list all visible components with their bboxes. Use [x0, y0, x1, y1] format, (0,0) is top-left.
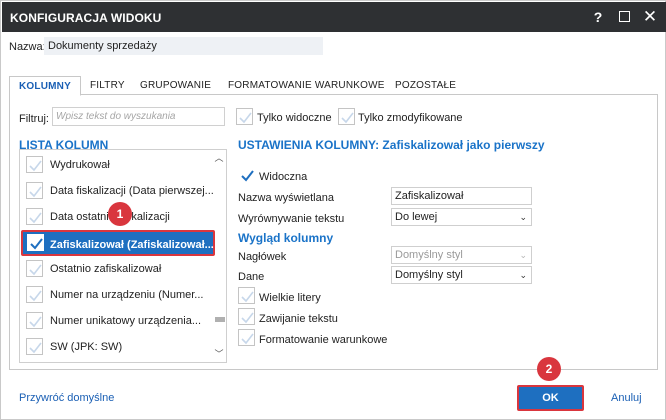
only-visible-checkbox[interactable] [236, 108, 253, 125]
check-icon [29, 342, 42, 354]
conditional-format-checkbox[interactable] [238, 329, 255, 346]
text-align-label: Wyrównywanie tekstu [238, 213, 345, 225]
only-modified-checkbox[interactable] [338, 108, 355, 125]
column-label: Numer na urządzeniu (Numer... [50, 289, 204, 301]
column-checkbox[interactable] [26, 182, 43, 199]
name-label: Nazwa: [9, 41, 46, 53]
header-style-select[interactable]: Domyślny styl ⌄ [391, 246, 532, 264]
column-checkbox[interactable] [26, 338, 43, 355]
check-icon [29, 290, 42, 302]
conditional-format-label: Formatowanie warunkowe [259, 334, 388, 346]
column-label: Numer unikatowy urządzenia... [50, 315, 202, 327]
maximize-button[interactable] [614, 8, 634, 26]
column-label: Ostatnio zafiskalizował [50, 263, 162, 275]
dialog-title: KONFIGURACJA WIDOKU [10, 11, 162, 25]
check-icon [29, 212, 42, 224]
column-settings-title: USTAWIENIA KOLUMNY: Zafiskalizował jako … [238, 138, 545, 152]
scroll-up-icon[interactable]: ︿ [213, 151, 225, 163]
name-input[interactable] [44, 37, 323, 55]
list-item[interactable]: Data fiskalizacji (Data pierwszej... [20, 178, 216, 204]
tab-other[interactable]: POZOSTAŁE [395, 76, 456, 95]
check-icon [241, 333, 254, 345]
wrap-text-label: Zawijanie tekstu [259, 313, 338, 325]
check-icon [29, 186, 42, 198]
list-item-selected[interactable]: Zafiskalizował (Zafiskalizował... [21, 230, 215, 256]
check-icon [241, 291, 254, 303]
list-item[interactable]: Numer na urządzeniu (Numer... [20, 282, 216, 308]
data-style-select[interactable]: Domyślny styl ⌄ [391, 266, 532, 284]
chevron-down-icon: ⌄ [519, 250, 527, 260]
column-label: Wydrukował [50, 159, 110, 171]
column-checkbox[interactable] [27, 234, 44, 251]
help-button[interactable]: ? [588, 8, 608, 26]
column-list[interactable]: Wydrukował Data fiskalizacji (Data pierw… [19, 149, 227, 363]
tab-filters[interactable]: FILTRY [90, 76, 125, 95]
text-align-select[interactable]: Do lewej ⌄ [391, 208, 532, 226]
uppercase-label: Wielkie litery [259, 292, 321, 304]
only-modified-label: Tylko zmodyfikowane [358, 112, 463, 124]
step-badge-1: 1 [108, 202, 132, 226]
list-item[interactable]: SW (JPK: SW) [20, 334, 216, 360]
filter-label: Filtruj: [19, 113, 49, 125]
title-bar: KONFIGURACJA WIDOKU ? ✕ [2, 2, 666, 32]
check-icon [241, 170, 254, 182]
check-icon [239, 112, 252, 124]
scroll-down-icon[interactable]: ﹀ [213, 347, 225, 359]
tab-columns[interactable]: KOLUMNY [9, 76, 81, 96]
tab-grouping[interactable]: GRUPOWANIE [140, 76, 211, 95]
column-label: SW (JPK: SW) [50, 341, 123, 353]
step-badge-2: 2 [537, 357, 561, 381]
list-item[interactable]: Wydrukował [20, 152, 216, 178]
tab-strip: KOLUMNY FILTRY GRUPOWANIE FORMATOWANIE W… [9, 76, 658, 96]
data-style-label: Dane [238, 271, 265, 283]
display-name-value: Zafiskalizował [395, 190, 464, 202]
filter-search-input[interactable] [52, 107, 225, 126]
visible-checkbox[interactable] [238, 166, 255, 183]
column-checkbox[interactable] [26, 260, 43, 277]
list-item[interactable]: Ostatnio zafiskalizował [20, 256, 216, 282]
column-checkbox[interactable] [26, 286, 43, 303]
check-icon [29, 160, 42, 172]
maximize-icon [618, 11, 630, 22]
check-icon [341, 112, 354, 124]
column-label: Zafiskalizował (Zafiskalizował... [50, 239, 214, 251]
ok-button[interactable]: OK [517, 385, 584, 411]
data-style-value: Domyślny styl [395, 269, 463, 281]
restore-defaults-link[interactable]: Przywróć domyślne [19, 392, 114, 404]
wrap-text-checkbox[interactable] [238, 308, 255, 325]
check-icon [241, 312, 254, 324]
list-item[interactable]: Numer unikatowy urządzenia... [20, 308, 216, 334]
check-icon [29, 316, 42, 328]
check-icon [29, 264, 42, 276]
scroll-thumb[interactable] [215, 317, 225, 322]
uppercase-checkbox[interactable] [238, 287, 255, 304]
display-name-input[interactable]: Zafiskalizował [391, 187, 532, 205]
dialog-window: KONFIGURACJA WIDOKU ? ✕ Nazwa: KOLUMNY F… [0, 0, 666, 420]
list-scrollbar[interactable]: ︿ ﹀ [213, 151, 225, 361]
column-checkbox[interactable] [26, 156, 43, 173]
tab-conditional-formatting[interactable]: FORMATOWANIE WARUNKOWE [228, 76, 385, 95]
check-icon [30, 238, 43, 250]
column-checkbox[interactable] [26, 312, 43, 329]
column-checkbox[interactable] [26, 208, 43, 225]
cancel-link[interactable]: Anuluj [611, 392, 642, 404]
header-style-value: Domyślny styl [395, 249, 463, 261]
column-label: Data fiskalizacji (Data pierwszej... [50, 185, 214, 197]
close-button[interactable]: ✕ [640, 8, 660, 26]
appearance-title: Wygląd kolumny [238, 231, 334, 245]
only-visible-label: Tylko widoczne [257, 112, 332, 124]
chevron-down-icon: ⌄ [519, 212, 527, 222]
visible-label: Widoczna [259, 171, 308, 183]
chevron-down-icon: ⌄ [519, 270, 527, 280]
display-name-label: Nazwa wyświetlana [238, 192, 334, 204]
text-align-value: Do lewej [395, 211, 438, 223]
header-style-label: Nagłówek [238, 251, 287, 263]
